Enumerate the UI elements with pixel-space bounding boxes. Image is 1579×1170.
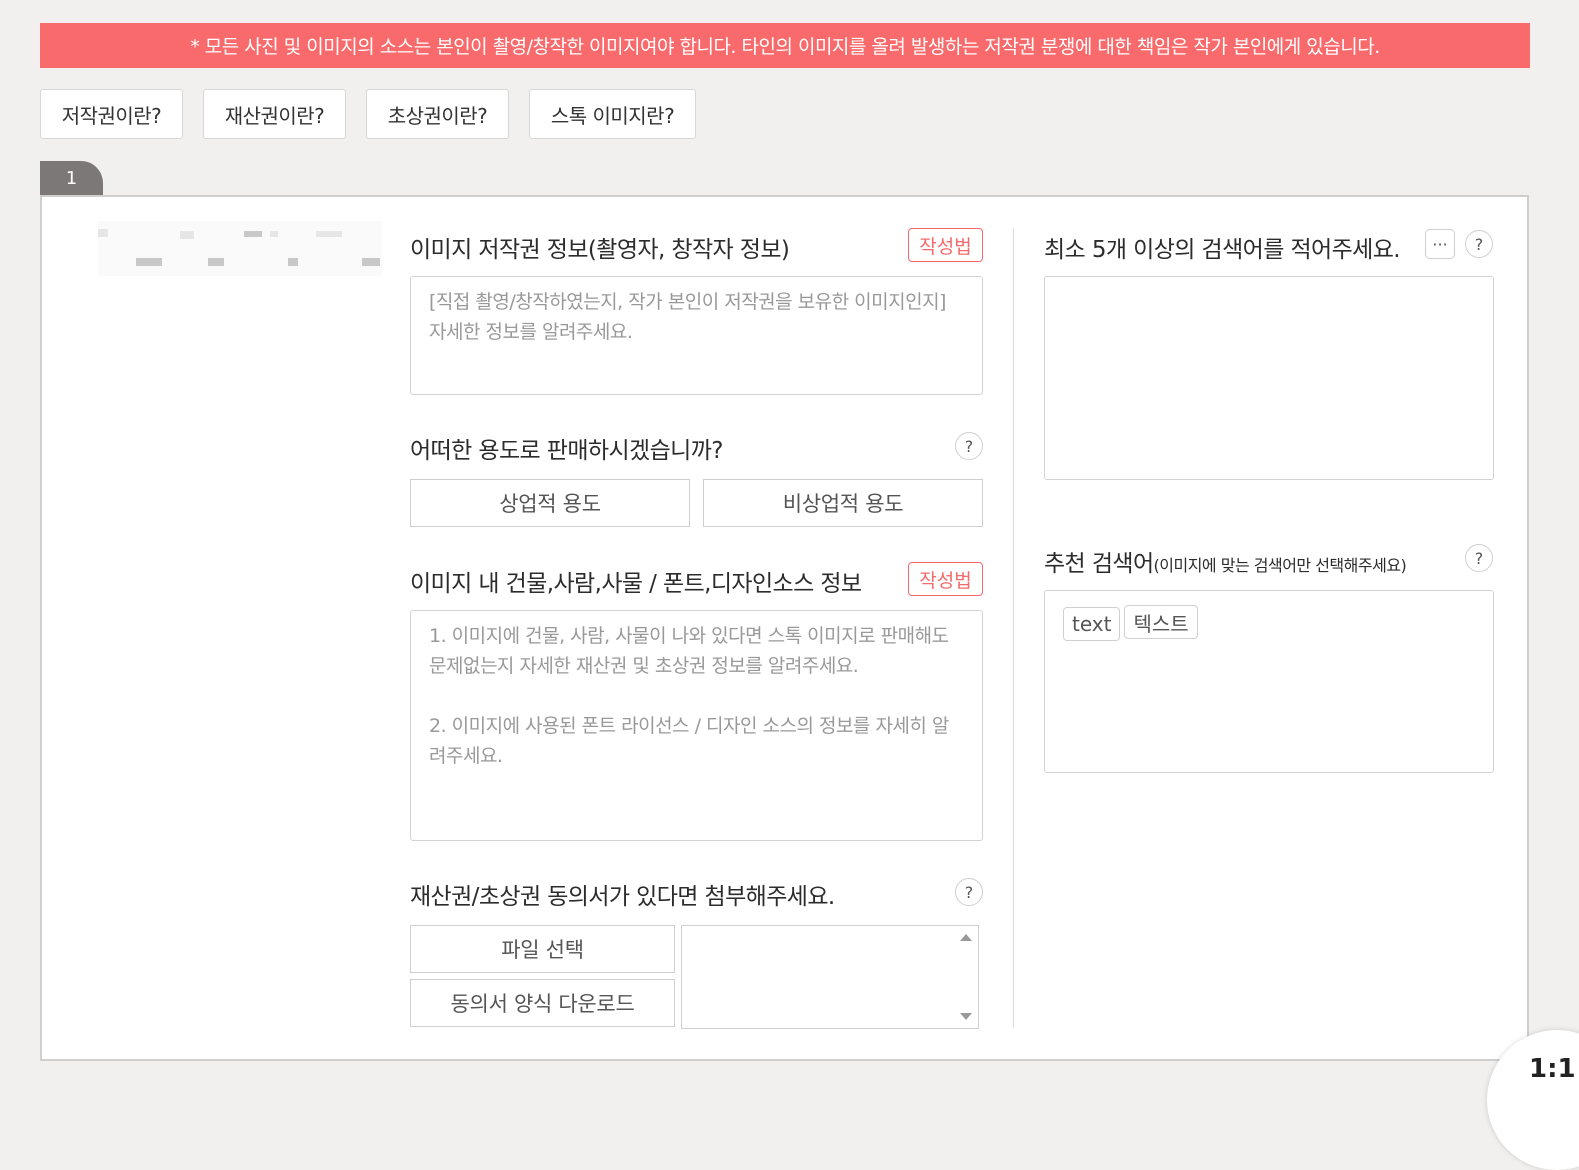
copyright-notice-banner: * 모든 사진 및 이미지의 소스는 본인이 촬영/창작한 이미지여야 합니다.… xyxy=(40,23,1530,68)
source-guide-button[interactable]: 작성법 xyxy=(908,562,983,596)
keywords-label: 최소 5개 이상의 검색어를 적어주세요. xyxy=(1044,237,1401,263)
zoom-ratio-label: 1:1 xyxy=(1529,1054,1576,1084)
consent-help-icon[interactable]: ? xyxy=(955,878,983,906)
consent-form-download-button[interactable]: 동의서 양식 다운로드 xyxy=(410,979,675,1027)
attached-file-list[interactable] xyxy=(681,925,979,1029)
column-divider xyxy=(1013,228,1014,1028)
image-tab-1[interactable]: 1 xyxy=(40,161,103,196)
keywords-input[interactable] xyxy=(1044,276,1494,480)
copyright-guide-button[interactable]: 작성법 xyxy=(908,228,983,262)
keywords-help-icon[interactable]: ? xyxy=(1465,230,1493,258)
keyword-tag[interactable]: text xyxy=(1063,606,1121,641)
copyright-info-label: 이미지 저작권 정보(촬영자, 창작자 정보) xyxy=(410,237,790,263)
copyright-info-button[interactable]: 저작권이란? xyxy=(40,89,183,139)
source-info-label: 이미지 내 건물,사람,사물 / 폰트,디자인소스 정보 xyxy=(410,571,862,597)
more-options-icon[interactable]: ··· xyxy=(1425,229,1455,259)
usage-label: 어떠한 용도로 판매하시겠습니까? xyxy=(410,438,723,464)
scroll-down-arrow-icon[interactable] xyxy=(960,1013,972,1020)
commercial-use-button[interactable]: 상업적 용도 xyxy=(410,479,690,527)
non-commercial-use-button[interactable]: 비상업적 용도 xyxy=(703,479,983,527)
source-info-textarea[interactable]: 1. 이미지에 건물, 사람, 사물이 나와 있다면 스톡 이미지로 판매해도 … xyxy=(410,610,983,841)
recommended-keywords-label: 추천 검색어(이미지에 맞는 검색어만 선택해주세요) xyxy=(1044,551,1407,577)
usage-help-icon[interactable]: ? xyxy=(955,432,983,460)
stock-image-info-button[interactable]: 스톡 이미지란? xyxy=(529,89,696,139)
scroll-up-arrow-icon[interactable] xyxy=(960,934,972,941)
property-right-info-button[interactable]: 재산권이란? xyxy=(203,89,346,139)
recommended-keywords-box: text 텍스트 xyxy=(1044,590,1494,773)
recommended-help-icon[interactable]: ? xyxy=(1465,544,1493,572)
image-thumbnail[interactable] xyxy=(98,221,382,276)
file-select-button[interactable]: 파일 선택 xyxy=(410,925,675,973)
keyword-tag[interactable]: 텍스트 xyxy=(1124,605,1198,639)
copyright-info-textarea[interactable]: [직접 촬영/창작하였는지, 작가 본인이 저작권을 보유한 이미지인지] 자세… xyxy=(410,276,983,395)
portrait-right-info-button[interactable]: 초상권이란? xyxy=(366,89,509,139)
consent-label: 재산권/초상권 동의서가 있다면 첨부해주세요. xyxy=(410,884,835,910)
